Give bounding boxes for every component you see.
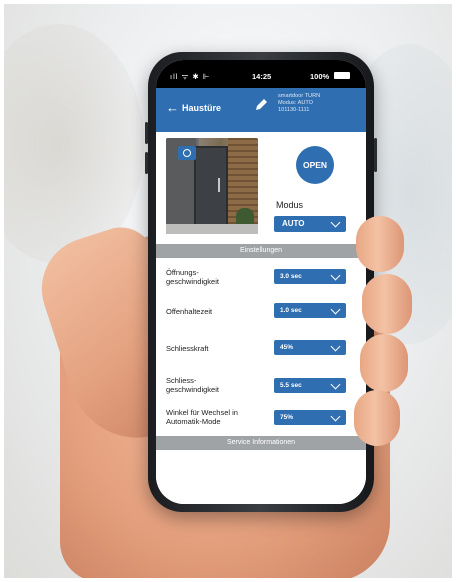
setting-label: Winkel für Wechsel in Automatik-Mode bbox=[166, 408, 238, 426]
app-bar: ← Haustüre smartdoor TURN Modus: AUTO 10… bbox=[156, 88, 366, 132]
door-photo bbox=[166, 138, 258, 234]
status-time: 14:25 bbox=[252, 72, 272, 81]
modus-value: AUTO bbox=[282, 219, 305, 228]
setting-value: 1.0 sec bbox=[280, 307, 302, 314]
setting-value: 45% bbox=[280, 344, 294, 351]
finger bbox=[356, 216, 404, 272]
service-info-header[interactable]: Service Informationen bbox=[156, 436, 366, 450]
device-info: smartdoor TURN Modus: AUTO 101130-1111 bbox=[278, 93, 320, 114]
hold-open-time-select[interactable]: 1.0 sec bbox=[274, 303, 346, 318]
device-mode: Modus: AUTO bbox=[278, 100, 314, 106]
setting-value: 5.5 sec bbox=[280, 382, 302, 389]
chevron-down-icon bbox=[330, 341, 341, 352]
status-bar: ıll ᯤ ✱ ⊩ 14:25 100% bbox=[156, 60, 366, 88]
auto-mode-angle-select[interactable]: 75% bbox=[274, 410, 346, 425]
power-button bbox=[374, 138, 377, 172]
pencil-icon[interactable] bbox=[254, 98, 268, 112]
volume-button bbox=[145, 152, 148, 174]
page-title: Haustüre bbox=[182, 103, 222, 113]
setting-value: 75% bbox=[280, 414, 294, 421]
chevron-down-icon bbox=[330, 411, 341, 422]
chevron-down-icon bbox=[330, 379, 341, 390]
opening-speed-select[interactable]: 3.0 sec bbox=[274, 269, 346, 284]
closing-speed-select[interactable]: 5.5 sec bbox=[274, 378, 346, 393]
setting-row-closing-force: Schliesskraft 45% bbox=[156, 326, 366, 367]
finger bbox=[362, 274, 412, 334]
setting-label: Schliesskraft bbox=[166, 344, 209, 353]
chevron-down-icon bbox=[330, 270, 341, 281]
setting-label: Offenhaltezeit bbox=[166, 307, 213, 316]
battery-percent: 100% bbox=[310, 72, 330, 81]
modus-select[interactable]: AUTO bbox=[274, 216, 346, 232]
device-name: smartdoor TURN bbox=[278, 93, 321, 99]
open-button[interactable]: OPEN bbox=[296, 146, 334, 184]
chevron-down-icon bbox=[330, 304, 341, 315]
camera-icon[interactable] bbox=[178, 146, 196, 160]
smartphone: ıll ᯤ ✱ ⊩ 14:25 100% ← Haustüre smartdoo… bbox=[145, 52, 377, 512]
signal-icons: ıll ᯤ ✱ ⊩ bbox=[170, 72, 211, 81]
setting-row-opening-speed: Öffnungs- geschwindigkeit 3.0 sec bbox=[156, 258, 366, 297]
photo-background: ıll ᯤ ✱ ⊩ 14:25 100% ← Haustüre smartdoo… bbox=[4, 4, 452, 578]
setting-row-auto-mode-angle: Winkel für Wechsel in Automatik-Mode 75% bbox=[156, 402, 366, 434]
setting-row-hold-open-time: Offenhaltezeit 1.0 sec bbox=[156, 296, 366, 327]
door-hero: OPEN Modus AUTO bbox=[156, 132, 366, 244]
device-id: 101130-1111 bbox=[278, 107, 310, 113]
arrow-left-icon[interactable]: ← bbox=[166, 101, 179, 114]
modus-label: Modus bbox=[276, 200, 304, 210]
setting-value: 3.0 sec bbox=[280, 273, 302, 280]
setting-label: Öffnungs- geschwindigkeit bbox=[166, 268, 219, 286]
volume-button bbox=[145, 122, 148, 144]
closing-force-select[interactable]: 45% bbox=[274, 340, 346, 355]
setting-label: Schliess- geschwindigkeit bbox=[166, 376, 219, 394]
battery-icon bbox=[334, 72, 350, 79]
screen-bottom bbox=[156, 450, 366, 504]
setting-row-closing-speed: Schliess- geschwindigkeit 5.5 sec bbox=[156, 366, 366, 403]
door-image bbox=[194, 146, 228, 230]
finger bbox=[354, 390, 400, 446]
phone-screen: ıll ᯤ ✱ ⊩ 14:25 100% ← Haustüre smartdoo… bbox=[156, 60, 366, 504]
finger bbox=[360, 334, 408, 392]
chevron-down-icon bbox=[330, 217, 341, 228]
settings-header: Einstellungen bbox=[156, 244, 366, 258]
